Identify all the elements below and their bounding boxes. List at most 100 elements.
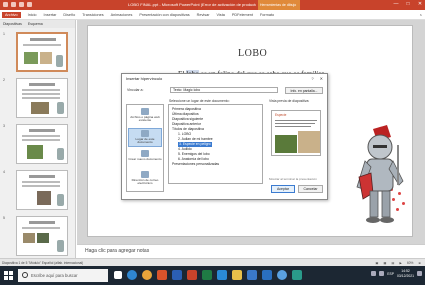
tab-diseno[interactable]: Diseño	[63, 13, 75, 17]
tab-formato[interactable]: Formato	[260, 13, 274, 17]
link-new-document-button[interactable]: Crear nuevo documento	[128, 149, 162, 168]
notes-pane[interactable]: Haga clic para agregar notas	[77, 244, 425, 258]
list-item[interactable]: 4. Aullido	[178, 147, 192, 152]
list-item[interactable]: Títulos de diapositiva	[172, 127, 204, 132]
dialog-title: Insertar hipervínculo	[126, 76, 163, 81]
taskbar-search-box[interactable]: Escribe aquí para buscar	[18, 269, 108, 282]
language-indicator[interactable]: ESP	[387, 272, 394, 276]
tab-revisar[interactable]: Revisar	[197, 13, 210, 17]
slide-thumbnail[interactable]	[16, 32, 68, 72]
link-place-in-document-button[interactable]: Lugar de este documento	[128, 128, 162, 147]
place-in-document-list[interactable]: Primera diapositiva Última diapositiva D…	[168, 104, 263, 184]
chrome-icon[interactable]	[142, 270, 152, 280]
link-existing-file-button[interactable]: Archivo o página web existente	[128, 107, 162, 126]
tab-diapositivas[interactable]: Diapositivas	[3, 22, 22, 26]
slide-thumbnail-row[interactable]: 1	[3, 32, 73, 78]
undo-icon[interactable]	[11, 2, 16, 7]
globe-icon	[141, 108, 149, 115]
search-icon	[22, 272, 28, 278]
redo-icon[interactable]	[19, 2, 24, 7]
drawing-tools-label: Herramientas de dibujo	[258, 0, 300, 10]
tab-archivo[interactable]: Archivo	[2, 11, 21, 18]
cancel-button[interactable]: Cancelar	[298, 185, 323, 193]
photos-icon[interactable]	[217, 270, 227, 280]
title-bar: LOBO FINAL.ppt - Microsoft PowerPoint (E…	[0, 0, 425, 10]
tab-esquema[interactable]: Esquema	[28, 22, 43, 26]
maximize-button[interactable]: □	[405, 2, 411, 7]
slide-thumbnail-row[interactable]: 4	[3, 170, 73, 216]
link-to-sidebar: Archivo o página web existente Lugar de …	[126, 104, 164, 192]
normal-view-icon[interactable]: ▣	[375, 261, 378, 265]
select-place-label: Seleccione un lugar de este documento:	[169, 99, 230, 103]
mail-icon[interactable]	[262, 270, 272, 280]
slideshow-icon[interactable]: ▶	[399, 261, 401, 265]
reading-view-icon[interactable]: ▤	[391, 261, 394, 265]
tab-transiciones[interactable]: Transiciones	[82, 13, 103, 17]
list-item[interactable]: Presentaciones personalizadas	[172, 162, 219, 167]
fit-slide-icon[interactable]: ⊕	[418, 261, 421, 265]
list-item[interactable]: Diapositiva anterior	[172, 122, 201, 127]
list-item[interactable]: 5. Enemigos del lobo	[178, 152, 210, 157]
store-icon[interactable]	[247, 270, 257, 280]
save-icon[interactable]	[3, 2, 8, 7]
slide-title[interactable]: LOBO	[238, 48, 318, 59]
volume-icon[interactable]	[379, 271, 385, 276]
network-icon[interactable]	[371, 271, 377, 276]
zoom-level[interactable]: 60%	[407, 261, 413, 265]
ribbon-tabs: Archivo Inicio Insertar Diseño Transicio…	[0, 10, 425, 20]
slide-thumbnail[interactable]	[16, 124, 68, 164]
list-item[interactable]: Última diapositiva	[172, 112, 199, 117]
list-item[interactable]: 1. LOBO	[178, 132, 191, 137]
link-email-button[interactable]: Dirección de correo electrónico	[128, 170, 162, 189]
clock[interactable]: 14:52 03/12/2021	[397, 269, 414, 278]
word-icon[interactable]	[172, 270, 182, 280]
list-item[interactable]: 2. Aullan de mi hambre	[178, 137, 213, 142]
list-item-selected[interactable]: 3. Especie en peligro	[178, 142, 212, 147]
slide-sorter-icon[interactable]: ▦	[383, 261, 386, 265]
screen-tip-button[interactable]: Info. en pantalla...	[285, 87, 323, 94]
list-item[interactable]: Primera diapositiva	[172, 107, 201, 112]
explorer-icon[interactable]	[232, 270, 242, 280]
email-icon	[141, 171, 149, 178]
start-button[interactable]	[4, 271, 13, 280]
slide-thumbnail-row[interactable]: 5	[3, 216, 73, 262]
ok-button[interactable]: Aceptar	[271, 185, 295, 193]
collapse-ribbon-icon[interactable]: ∧	[419, 13, 422, 17]
help-button[interactable]: ?	[311, 76, 313, 81]
show-return-option[interactable]: Mostrar al terminar la presentación	[269, 177, 317, 181]
slide-number: 1	[3, 32, 5, 36]
task-view-icon[interactable]	[114, 271, 122, 279]
windows-taskbar: Escribe aquí para buscar ESP 14:52 03/12…	[0, 266, 425, 285]
dialog-close-button[interactable]: ✕	[320, 76, 323, 81]
minimize-button[interactable]: —	[393, 2, 399, 7]
system-tray: ESP 14:52 03/12/2021	[371, 269, 422, 278]
tab-animaciones[interactable]: Animaciones	[111, 13, 133, 17]
media-icon[interactable]	[292, 270, 302, 280]
excel-icon[interactable]	[202, 270, 212, 280]
slide-thumbnail-row[interactable]: 3	[3, 124, 73, 170]
slide-thumbnail[interactable]	[16, 216, 68, 256]
settings-icon[interactable]	[277, 270, 287, 280]
slide-number: 4	[3, 170, 5, 174]
list-item[interactable]: Diapositiva siguiente	[172, 117, 203, 122]
list-item[interactable]: 6. Anatomía del lobo	[178, 157, 209, 162]
knight-illustration	[356, 125, 404, 223]
tab-vista[interactable]: Vista	[217, 13, 225, 17]
customize-icon[interactable]	[27, 2, 32, 7]
tab-inicio[interactable]: Inicio	[28, 13, 37, 17]
text-to-display-field[interactable]: Texto: Magic lobo	[170, 87, 278, 93]
edge-icon[interactable]	[127, 270, 137, 280]
notifications-icon[interactable]	[417, 271, 422, 276]
close-button[interactable]: ✕	[417, 2, 423, 7]
tab-presentacion[interactable]: Presentación con diapositivas	[139, 13, 189, 17]
quick-access-toolbar[interactable]	[3, 2, 32, 7]
tab-pdfelement[interactable]: PDFelement	[232, 13, 253, 17]
slide-thumbnail-row[interactable]: 2	[3, 78, 73, 124]
slide-number: 2	[3, 78, 5, 82]
office-icon[interactable]	[157, 270, 167, 280]
powerpoint-icon[interactable]	[187, 270, 197, 280]
tab-insertar[interactable]: Insertar	[44, 13, 57, 17]
slide-thumbnail[interactable]	[16, 170, 68, 210]
slide-thumbnail[interactable]	[16, 78, 68, 118]
insert-hyperlink-dialog: Insertar hipervínculo ? ✕ Vincular a: Te…	[121, 73, 328, 200]
